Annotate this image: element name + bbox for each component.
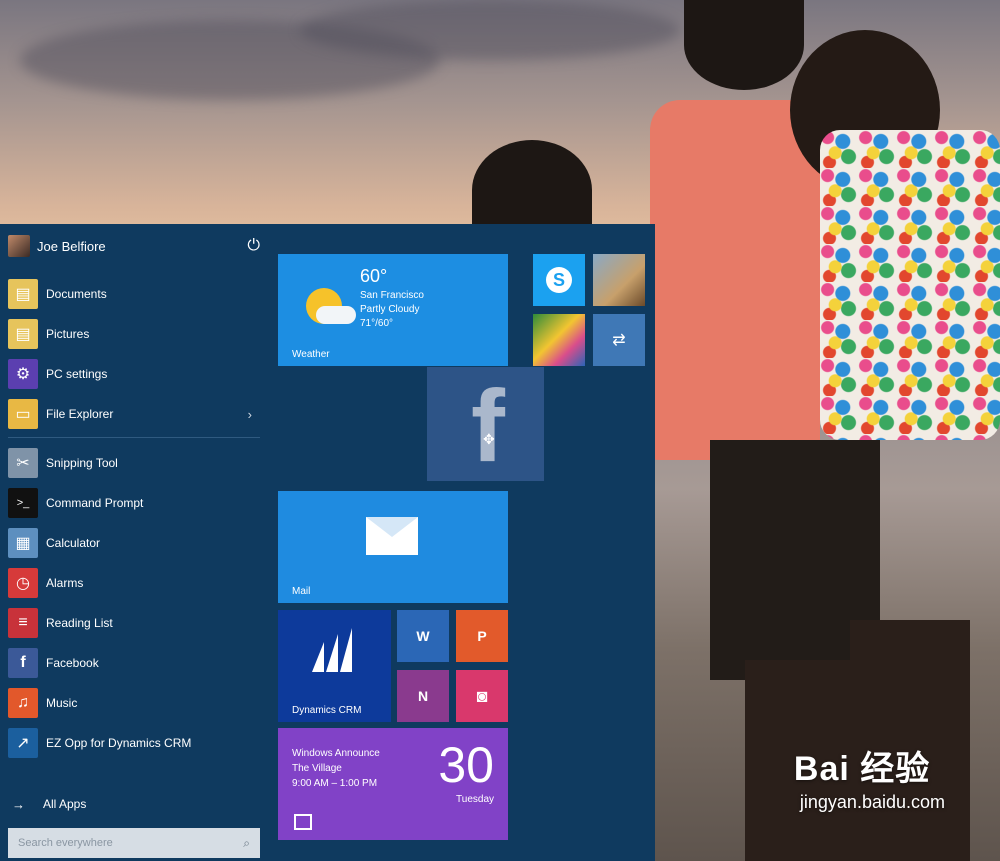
dynamics-crm-tile[interactable]: Dynamics CRM	[278, 610, 391, 722]
powerpoint-icon: P	[477, 628, 487, 644]
facebook-tile[interactable]: f ✥	[427, 367, 544, 481]
translator-tile[interactable]: ⇄	[593, 314, 645, 366]
game-tile[interactable]	[593, 254, 645, 306]
menu-item-documents[interactable]: ▤ Documents	[8, 277, 260, 311]
facebook-icon: f	[471, 369, 505, 481]
menu-item-label: Snipping Tool	[46, 456, 118, 470]
calendar-weekday: Tuesday	[456, 794, 494, 805]
weather-tile[interactable]: 60° San Francisco Partly Cloudy 71°/60° …	[278, 254, 508, 366]
watermark-url: jingyan.baidu.com	[799, 792, 945, 812]
search-icon[interactable]: ⌕	[243, 836, 250, 851]
weather-condition: Partly Cloudy	[360, 304, 420, 315]
headphones-icon: ♫	[8, 688, 38, 718]
weather-temp: 60°	[360, 266, 388, 286]
menu-item-file-explorer[interactable]: ▭ File Explorer ›	[8, 397, 260, 431]
dynamics-label: Dynamics CRM	[292, 705, 362, 716]
onenote-icon: N	[417, 688, 429, 704]
calendar-tile[interactable]: Windows Announce The Village 9:00 AM – 1…	[278, 728, 508, 840]
weather-range: 71°/60°	[360, 318, 394, 329]
menu-item-label: EZ Opp for Dynamics CRM	[46, 736, 192, 750]
user-row[interactable]: Joe Belfiore ⏻	[8, 234, 260, 258]
calendar-icon	[294, 814, 312, 830]
calendar-event: Windows Announce	[292, 748, 380, 759]
dynamics-logo-icon	[340, 628, 352, 672]
terminal-icon: >_	[8, 488, 38, 518]
wallpaper-person-head	[684, 0, 804, 90]
user-name[interactable]: Joe Belfiore	[37, 239, 106, 254]
onenote-tile[interactable]: N	[397, 670, 449, 722]
word-tile[interactable]: W	[397, 610, 449, 662]
menu-item-snipping-tool[interactable]: ✂ Snipping Tool	[8, 446, 260, 480]
menu-item-alarms[interactable]: ◷ Alarms	[8, 566, 260, 600]
calendar-time: 9:00 AM – 1:00 PM	[292, 778, 378, 789]
game-tile[interactable]	[533, 314, 585, 366]
menu-item-reading-list[interactable]: ≡ Reading List	[8, 606, 260, 640]
menu-item-calculator[interactable]: ▦ Calculator	[8, 526, 260, 560]
word-icon: W	[416, 628, 430, 644]
search-box[interactable]: ⌕	[8, 828, 260, 858]
start-menu: Joe Belfiore ⏻ ▤ Documents ▤ Pictures ⚙ …	[0, 224, 655, 861]
weather-label: Weather	[292, 349, 330, 360]
dynamics-logo-icon	[312, 642, 324, 672]
dynamics-logo-icon	[326, 634, 338, 672]
calendar-day: 30	[438, 737, 494, 793]
folder-icon: ▤	[8, 319, 38, 349]
facebook-icon: f	[8, 648, 38, 678]
menu-item-label: Facebook	[46, 656, 99, 670]
move-cursor-icon: ✥	[483, 431, 495, 447]
baidu-watermark: Bai 经验 jingyan.baidu.com	[794, 741, 945, 813]
menu-item-label: File Explorer	[46, 407, 114, 421]
cloud-icon	[316, 306, 356, 324]
menu-item-pictures[interactable]: ▤ Pictures	[8, 317, 260, 351]
menu-item-label: Pictures	[46, 327, 90, 341]
menu-item-command-prompt[interactable]: >_ Command Prompt	[8, 486, 260, 520]
skype-tile[interactable]: S	[533, 254, 585, 306]
menu-item-label: PC settings	[46, 367, 108, 381]
menu-item-label: Music	[46, 696, 78, 710]
scissors-icon: ✂	[8, 448, 38, 478]
calculator-icon: ▦	[8, 528, 38, 558]
weather-city: San Francisco	[360, 290, 424, 301]
wallpaper-person-shirt	[650, 100, 820, 460]
chart-icon: ↗	[8, 728, 38, 758]
menu-item-label: Reading List	[46, 616, 113, 630]
menu-item-facebook[interactable]: f Facebook	[8, 646, 260, 680]
start-left-pane: Joe Belfiore ⏻ ▤ Documents ▤ Pictures ⚙ …	[0, 224, 268, 861]
calendar-location: The Village	[292, 763, 342, 774]
wallpaper-child-dress	[820, 130, 1000, 440]
reading-list-icon: ≡	[8, 608, 38, 638]
all-apps-button[interactable]: → All Apps	[8, 792, 86, 816]
divider	[8, 437, 260, 438]
menu-item-ez-opp[interactable]: ↗ EZ Opp for Dynamics CRM	[8, 726, 260, 760]
mail-tile[interactable]: Mail	[278, 491, 508, 603]
envelope-icon	[366, 517, 418, 555]
chevron-right-icon[interactable]: ›	[248, 407, 252, 422]
menu-item-label: Alarms	[46, 576, 84, 590]
alarm-clock-icon: ◷	[8, 568, 38, 598]
file-explorer-icon: ▭	[8, 399, 38, 429]
camera-icon: ◙	[476, 685, 488, 706]
folder-icon: ▤	[8, 279, 38, 309]
search-input[interactable]	[18, 837, 244, 849]
translate-icon: ⇄	[612, 332, 626, 349]
camera-tile[interactable]: ◙	[456, 670, 508, 722]
watermark-brand: Bai 经验	[793, 750, 931, 788]
avatar[interactable]	[8, 235, 30, 257]
menu-item-label: Documents	[46, 287, 107, 301]
power-icon[interactable]: ⏻	[247, 237, 260, 255]
menu-item-pc-settings[interactable]: ⚙ PC settings	[8, 357, 260, 391]
menu-item-music[interactable]: ♫ Music	[8, 686, 260, 720]
skype-icon: S	[546, 267, 572, 293]
menu-item-label: Calculator	[46, 536, 101, 550]
arrow-right-icon: →	[12, 796, 25, 812]
menu-item-label: Command Prompt	[46, 496, 144, 510]
mail-label: Mail	[292, 586, 311, 597]
powerpoint-tile[interactable]: P	[456, 610, 508, 662]
all-apps-label: All Apps	[43, 797, 87, 811]
gear-icon: ⚙	[8, 359, 38, 389]
wallpaper-cloud	[300, 0, 680, 60]
